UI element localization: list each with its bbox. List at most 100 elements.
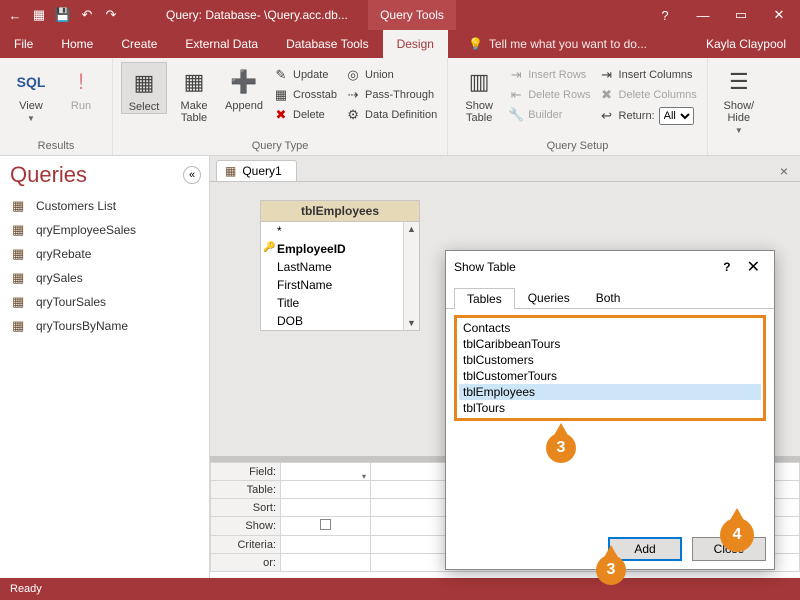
chevron-down-icon: ▼ — [27, 114, 35, 123]
return-icon: ↩ — [599, 108, 615, 124]
grid-cell[interactable] — [281, 481, 371, 499]
data-definition-button[interactable]: ⚙Data Definition — [343, 106, 439, 124]
insert-cols-icon: ⇥ — [599, 67, 615, 83]
dialog-tab-tables[interactable]: Tables — [454, 288, 515, 309]
return-select[interactable]: All — [659, 107, 694, 125]
pass-through-button[interactable]: ⇢Pass-Through — [343, 86, 439, 104]
back-icon[interactable]: ← — [4, 4, 26, 26]
tell-me-search[interactable]: 💡 Tell me what you want to do... — [448, 30, 692, 58]
undo-icon[interactable]: ↶ — [76, 4, 98, 26]
select-query-button[interactable]: ▦ Select — [121, 62, 167, 114]
query-icon: ▦ — [12, 318, 28, 334]
save-icon[interactable]: 💾 — [52, 4, 74, 26]
close-tab-button[interactable]: × — [774, 161, 794, 181]
list-item[interactable]: tblCustomerTours — [459, 368, 761, 384]
app-icon: ▦ — [28, 4, 50, 26]
field-item[interactable]: EmployeeID — [261, 240, 403, 258]
nav-item[interactable]: ▦qrySales — [0, 266, 209, 290]
nav-item[interactable]: ▦qryEmployeeSales — [0, 218, 209, 242]
document-tab[interactable]: ▦ Query1 — [216, 160, 297, 181]
group-label-query-type: Query Type — [121, 138, 439, 155]
nav-item[interactable]: ▦qryRebate — [0, 242, 209, 266]
list-item[interactable]: Contacts — [459, 320, 761, 336]
scroll-up-icon[interactable]: ▲ — [404, 222, 419, 236]
minimize-button[interactable]: — — [686, 3, 720, 27]
menu-home[interactable]: Home — [47, 30, 107, 58]
close-window-button[interactable]: ✕ — [762, 3, 796, 27]
menu-file[interactable]: File — [0, 30, 47, 58]
nav-item[interactable]: ▦Customers List — [0, 194, 209, 218]
update-button[interactable]: ✎Update — [271, 66, 339, 84]
dialog-tab-queries[interactable]: Queries — [515, 287, 583, 308]
callout-4: 4 — [720, 518, 754, 552]
redo-icon[interactable]: ↷ — [100, 4, 122, 26]
builder-button[interactable]: 🔧Builder — [506, 106, 592, 124]
query-icon: ▦ — [12, 198, 28, 214]
run-button[interactable]: ! Run — [58, 62, 104, 112]
collapse-nav-button[interactable]: « — [183, 166, 201, 184]
menu-design[interactable]: Design — [383, 30, 448, 58]
scroll-down-icon[interactable]: ▼ — [404, 316, 419, 330]
field-item[interactable]: FirstName — [261, 276, 403, 294]
view-button[interactable]: SQL View ▼ — [8, 62, 54, 123]
delete-rows-icon: ⇤ — [508, 87, 524, 103]
delete-columns-button[interactable]: ✖Delete Columns — [597, 86, 699, 104]
query-icon: ▦ — [225, 164, 236, 178]
delete-rows-button[interactable]: ⇤Delete Rows — [506, 86, 592, 104]
chevron-down-icon: ▼ — [735, 126, 743, 135]
show-checkbox[interactable] — [320, 519, 331, 530]
callout-3: 3 — [596, 555, 626, 585]
nav-header[interactable]: Queries — [10, 162, 183, 188]
list-item[interactable]: tblCaribbeanTours — [459, 336, 761, 352]
field-item[interactable]: * — [261, 222, 403, 240]
dialog-tabs: Tables Queries Both — [446, 283, 774, 309]
field-item[interactable]: Title — [261, 294, 403, 312]
dialog-help-button[interactable]: ? — [713, 260, 740, 274]
sql-view-icon: SQL — [15, 66, 47, 98]
list-item[interactable]: tblEmployees — [459, 384, 761, 400]
make-table-button[interactable]: ▦ Make Table — [171, 62, 217, 124]
list-item[interactable]: tblTours — [459, 400, 761, 416]
insert-columns-button[interactable]: ⇥Insert Columns — [597, 66, 699, 84]
grid-cell[interactable] — [281, 517, 371, 536]
menu-create[interactable]: Create — [107, 30, 171, 58]
crosstab-button[interactable]: ▦Crosstab — [271, 86, 339, 104]
menu-external-data[interactable]: External Data — [171, 30, 272, 58]
nav-item[interactable]: ▦qryToursByName — [0, 314, 209, 338]
group-label-query-setup: Query Setup — [456, 138, 699, 155]
grid-cell[interactable] — [281, 536, 371, 554]
contextual-tab-label: Query Tools — [368, 0, 456, 30]
union-button[interactable]: ◎Union — [343, 66, 439, 84]
user-name[interactable]: Kayla Claypool — [692, 30, 800, 58]
delete-query-button[interactable]: ✖Delete — [271, 106, 339, 124]
dialog-table-list[interactable]: Contacts tblCaribbeanTours tblCustomers … — [454, 315, 766, 421]
field-item[interactable]: LastName — [261, 258, 403, 276]
bulb-icon: 💡 — [468, 37, 483, 51]
show-hide-button[interactable]: ☰ Show/ Hide ▼ — [716, 62, 762, 135]
nav-item[interactable]: ▦qryTourSales — [0, 290, 209, 314]
update-icon: ✎ — [273, 67, 289, 83]
query-icon: ▦ — [12, 222, 28, 238]
grid-cell[interactable]: ▾ — [281, 463, 371, 481]
show-table-button[interactable]: ▥ Show Table — [456, 62, 502, 124]
field-item[interactable]: DOB — [261, 312, 403, 330]
restore-button[interactable]: ▭ — [724, 3, 758, 27]
dialog-close-button[interactable]: ✕ — [741, 257, 766, 277]
menu-database-tools[interactable]: Database Tools — [272, 30, 383, 58]
help-button[interactable]: ? — [648, 3, 682, 27]
table-title: tblEmployees — [261, 201, 419, 222]
callout-3: 3 — [546, 433, 576, 463]
group-label-results: Results — [8, 138, 104, 155]
append-button[interactable]: ➕ Append — [221, 62, 267, 112]
fieldlist-scrollbar[interactable]: ▲ ▼ — [403, 222, 419, 330]
document-tabs: ▦ Query1 × — [210, 156, 800, 182]
insert-rows-button[interactable]: ⇥Insert Rows — [506, 66, 592, 84]
dialog-tab-both[interactable]: Both — [583, 287, 634, 308]
pass-through-icon: ⇢ — [345, 87, 361, 103]
grid-cell[interactable] — [281, 499, 371, 517]
ribbon: SQL View ▼ ! Run Results ▦ Select ▦ Make… — [0, 58, 800, 156]
grid-cell[interactable] — [281, 554, 371, 572]
menu-bar: File Home Create External Data Database … — [0, 30, 800, 58]
list-item[interactable]: tblCustomers — [459, 352, 761, 368]
table-fieldlist[interactable]: tblEmployees * EmployeeID LastName First… — [260, 200, 420, 331]
